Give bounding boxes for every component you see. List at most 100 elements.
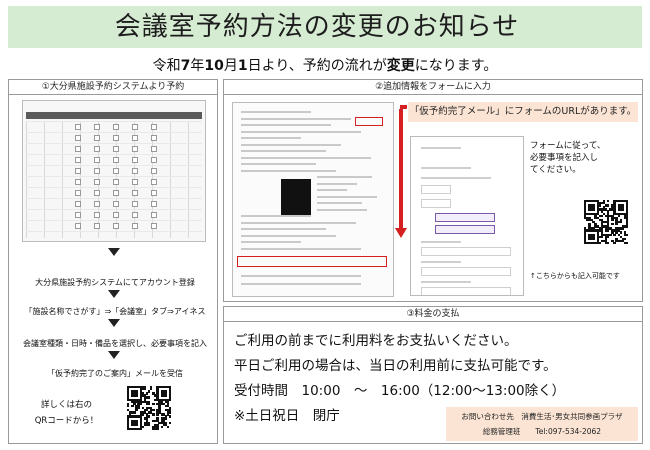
email-text-line: [241, 130, 361, 133]
screenshot-header-bar: [26, 112, 202, 119]
section2-heading: ②追加情報をフォームに入力: [224, 80, 642, 95]
qr-module: [168, 411, 172, 414]
email-text-line: [241, 117, 351, 120]
screenshot-checkbox: [75, 135, 81, 141]
email-screenshot: [232, 102, 394, 297]
screenshot-checkbox: [94, 212, 100, 218]
email-text-line: [317, 189, 347, 191]
email-text-line: [241, 150, 326, 152]
screenshot-checkbox: [75, 190, 81, 196]
qr-module: [147, 396, 151, 399]
step-search-facility: 「施設名称でさがす」⇒「会議室」タブ⇒アイネス: [24, 307, 206, 316]
contact-office: お問い合わせ先 消費生活･男女共同参画プラザ: [461, 412, 623, 421]
form-text-line: [421, 167, 471, 169]
email-text-line: [241, 124, 331, 126]
section1-heading: ①大分県施設予約システムより予約: [9, 80, 217, 95]
qr-module: [607, 235, 610, 238]
form-input-box: [421, 185, 451, 194]
arrow-down-icon: [108, 290, 120, 298]
screenshot-checkbox: [113, 201, 119, 207]
qr-module: [152, 402, 155, 406]
contact-box: お問い合わせ先 消費生活･男女共同参画プラザ 総務管理班 Tel:097-534…: [446, 407, 638, 441]
qr-code-icon[interactable]: [127, 386, 172, 431]
qr-module: [619, 231, 622, 234]
screenshot-checkbox: [75, 223, 81, 229]
form-input-box: [421, 287, 511, 295]
step-account-registration: 大分県施設予約システムにてアカウント登録: [35, 278, 195, 287]
step-receive-email: 「仮予約完了のご案内」メールを受信: [47, 369, 183, 378]
section-payment: ③料金の支払 ご利用の前までに利用料をお支払いください。 平日ご利用の場合は、当…: [223, 306, 643, 444]
form-input-box: [421, 267, 511, 276]
screenshot-checkbox: [113, 223, 119, 229]
screenshot-checkbox: [151, 179, 157, 185]
payment-line2: 平日ご利用の場合は、当日の利用前に支払可能です。: [234, 358, 557, 374]
qr-module: [139, 427, 142, 431]
qr-module: [135, 409, 138, 412]
qr-module: [164, 417, 168, 420]
screenshot-checkbox: [151, 223, 157, 229]
qr-module: [621, 208, 625, 211]
payment-hours: 受付時間 10:00 ～ 16:00（12:00～13:00除く）: [234, 383, 566, 399]
qr-module: [621, 227, 625, 230]
screenshot-checkbox: [132, 146, 138, 152]
email-text-line: [241, 215, 311, 217]
screenshot-checkbox: [113, 135, 119, 141]
subtitle-prefix: 令和: [152, 58, 181, 74]
form-text-line: [421, 177, 491, 179]
form-instructions-line3: てください。: [530, 165, 581, 175]
screenshot-checkbox: [94, 146, 100, 152]
qr-module: [613, 233, 616, 236]
email-text-line: [317, 176, 372, 178]
screenshot-checkbox: [113, 212, 119, 218]
screenshot-checkbox: [151, 157, 157, 163]
qr-module: [607, 241, 610, 245]
qr-module: [135, 394, 138, 397]
arrow-down-icon: [108, 248, 120, 256]
email-text-line: [241, 137, 301, 139]
qr-module: [135, 423, 138, 427]
email-screenshot-button: [355, 117, 383, 126]
form-screenshot: [410, 136, 524, 296]
screenshot-checkbox: [113, 168, 119, 174]
qr-module: [617, 214, 620, 218]
qr-module: [592, 208, 595, 211]
screenshot-checkbox: [113, 179, 119, 185]
screenshot-checkbox: [94, 190, 100, 196]
subtitle-suffix: になります。: [414, 58, 498, 74]
qr-module: [166, 425, 170, 429]
qr-module: [137, 406, 140, 410]
screenshot-checkbox: [94, 157, 100, 163]
email-text-line: [241, 111, 311, 113]
email-text-line: [241, 169, 336, 172]
screenshot-checkbox: [113, 124, 119, 130]
qr-module: [131, 404, 134, 408]
section-form-input: ②追加情報をフォームに入力 「仮予約完了メール」にフォームのURLがあります。 …: [223, 79, 643, 302]
qr-module: [600, 235, 604, 238]
form-url-callout: 「仮予約完了メール」にフォームのURLがあります。: [408, 102, 638, 122]
email-text-line: [241, 247, 361, 250]
email-text-line: [241, 143, 341, 146]
qr-code-icon[interactable]: [584, 200, 629, 245]
qr-module: [141, 413, 145, 416]
form-text-line: [421, 281, 471, 283]
qr-module: [164, 394, 168, 397]
arrow-down-icon: [108, 319, 120, 327]
contact-phone: 総務管理班 Tel:097-534-2062: [482, 427, 602, 436]
qr-module: [147, 415, 151, 418]
qr-hint-line2: QRコードから！: [34, 416, 99, 426]
screenshot-checkbox: [151, 168, 157, 174]
email-text-line: [241, 234, 336, 237]
email-text-line: [317, 202, 362, 204]
red-arrow-down-icon: [395, 228, 407, 238]
qr-module: [592, 237, 595, 241]
qr-module: [168, 415, 172, 418]
qr-module: [625, 241, 629, 245]
form-text-line: [421, 261, 461, 263]
subtitle-day-unit: 日: [247, 58, 262, 74]
screenshot-checkbox: [132, 124, 138, 130]
email-text-line: [317, 195, 377, 198]
screenshot-checkbox: [132, 212, 138, 218]
email-text-line: [317, 208, 367, 211]
email-text-line: [241, 275, 361, 277]
qr-module: [152, 413, 155, 416]
